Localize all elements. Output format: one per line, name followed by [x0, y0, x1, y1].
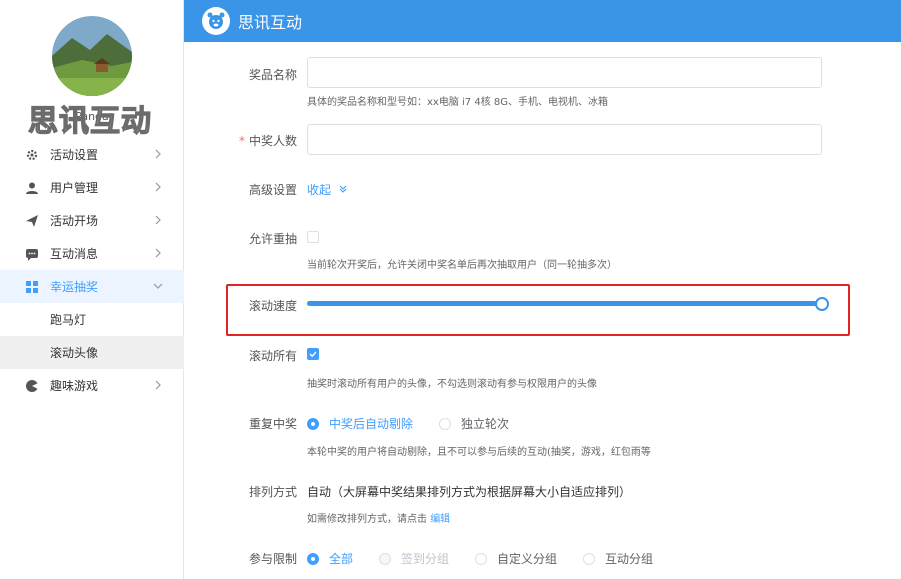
winner-count-label-text: 中奖人数: [248, 134, 297, 148]
sidebar-item-interactive-messages[interactable]: 互动消息: [0, 237, 184, 270]
chevron-right-icon: [155, 215, 161, 225]
radio-dot: [475, 552, 488, 565]
collapse-toggle-label: 收起: [307, 183, 332, 197]
watermark-text: 思讯互动: [27, 103, 152, 139]
prize-name-label: 奖品名称: [248, 68, 297, 82]
radio-dot: [307, 417, 319, 430]
app-title: 思讯互动: [238, 13, 303, 32]
participation-limit-radio-group: 全部 签到分组 自定义分组 互动分组: [307, 550, 679, 567]
radio-custom-group[interactable]: 自定义分组: [475, 550, 557, 567]
chevron-right-icon: [155, 149, 161, 159]
radio-dot: [307, 552, 319, 565]
chevron-down-icon: [153, 283, 163, 289]
edit-link[interactable]: 编辑: [430, 514, 450, 525]
winner-count-input[interactable]: [307, 124, 822, 155]
sort-label: 排列方式: [248, 485, 297, 499]
sidebar-item-label: 幸运抽奖: [50, 280, 99, 294]
repeat-win-radio-group: 中奖后自动剔除 独立轮次: [307, 415, 535, 432]
participation-limit-label: 参与限制: [248, 552, 297, 566]
radio-label: 签到分组: [401, 552, 450, 566]
radio-dot: [439, 417, 452, 430]
radio-label: 互动分组: [605, 552, 654, 566]
header-bar: 思讯互动: [184, 0, 901, 42]
bear-logo-icon: [202, 7, 230, 35]
sort-hint: 如需修改排列方式，请点击 编辑: [307, 510, 450, 525]
grid-icon: [24, 279, 40, 295]
sidebar-item-label: 活动开场: [50, 214, 99, 228]
scroll-speed-slider-handle[interactable]: [815, 297, 829, 311]
scroll-all-checkbox[interactable]: [307, 348, 319, 360]
sidebar: Panda 思讯互动 活动设置 用户管理 活动开场 互动消息 幸运抽奖 跑马灯 …: [0, 0, 184, 579]
highlight-box: [226, 284, 850, 336]
sidebar-item-label: 用户管理: [50, 181, 99, 195]
sidebar-subitem-marquee[interactable]: 跑马灯: [0, 303, 184, 336]
gamepad-icon: [24, 378, 40, 394]
sort-value: 自动（大屏幕中奖结果排列方式为根据屏幕大小自适应排列）: [307, 485, 632, 499]
advanced-settings-label: 高级设置: [248, 183, 297, 197]
gear-icon: [24, 147, 40, 163]
sidebar-item-user-management[interactable]: 用户管理: [0, 171, 184, 204]
avatar[interactable]: [52, 16, 132, 96]
scroll-all-label: 滚动所有: [248, 349, 297, 363]
sort-hint-text: 如需修改排列方式，请点击: [307, 514, 427, 525]
prize-name-hint: 具体的奖品名称和型号如：xx电脑 i7 4核 8G、手机、电视机、冰箱: [307, 97, 608, 108]
radio-label: 自定义分组: [497, 552, 558, 566]
radio-dot: [583, 552, 596, 565]
sidebar-item-label: 活动设置: [50, 148, 99, 162]
user-icon: [24, 180, 40, 196]
radio-label: 中奖后自动剔除: [329, 417, 414, 431]
required-asterisk: *: [238, 134, 245, 148]
radio-independent-round[interactable]: 独立轮次: [439, 415, 509, 432]
radio-label: 全部: [329, 552, 354, 566]
main-content: 奖品名称 具体的奖品名称和型号如：xx电脑 i7 4核 8G、手机、电视机、冰箱…: [184, 42, 901, 579]
radio-interactive-group[interactable]: 互动分组: [583, 550, 653, 567]
repeat-win-label: 重复中奖: [248, 417, 297, 431]
collapse-toggle[interactable]: 收起: [307, 181, 348, 198]
radio-auto-remove[interactable]: 中奖后自动剔除: [307, 415, 413, 432]
sidebar-menu: 活动设置 用户管理 活动开场 互动消息 幸运抽奖 跑马灯 滚动头像 趣味游戏: [0, 138, 184, 402]
prize-name-input[interactable]: [307, 57, 822, 88]
sidebar-item-fun-games[interactable]: 趣味游戏: [0, 369, 184, 402]
winner-count-label: * 中奖人数: [184, 132, 297, 149]
radio-label: 独立轮次: [461, 417, 510, 431]
sidebar-item-lucky-draw[interactable]: 幸运抽奖: [0, 270, 184, 303]
repeat-win-hint: 本轮中奖的用户将自动剔除，且不可以参与后续的互动(抽奖，游戏，红包雨等: [307, 447, 651, 458]
radio-checkin-group[interactable]: 签到分组: [379, 550, 449, 567]
radio-dot: [379, 552, 392, 565]
allow-redraw-label: 允许重抽: [248, 232, 297, 246]
chevron-double-down-icon: [339, 185, 347, 193]
chevron-right-icon: [155, 248, 161, 258]
scroll-speed-slider-track[interactable]: [307, 301, 819, 306]
sidebar-subitem-scroll-avatar[interactable]: 滚动头像: [0, 336, 184, 369]
sidebar-item-label: 互动消息: [50, 247, 99, 261]
paper-plane-icon: [24, 213, 40, 229]
allow-redraw-checkbox[interactable]: [307, 231, 319, 243]
radio-all[interactable]: 全部: [307, 550, 353, 567]
scroll-all-hint: 抽奖时滚动所有用户的头像，不勾选则滚动有参与权限用户的头像: [307, 379, 597, 390]
sidebar-item-activity-settings[interactable]: 活动设置: [0, 138, 184, 171]
chevron-right-icon: [155, 182, 161, 192]
chat-icon: [24, 246, 40, 262]
check-icon: [309, 351, 317, 358]
sidebar-item-activity-opening[interactable]: 活动开场: [0, 204, 184, 237]
sidebar-item-label: 趣味游戏: [50, 379, 99, 393]
chevron-right-icon: [155, 380, 161, 390]
allow-redraw-hint: 当前轮次开奖后，允许关闭中奖名单后再次抽取用户（同一轮抽多次）: [307, 260, 617, 271]
scroll-speed-label: 滚动速度: [248, 299, 297, 313]
